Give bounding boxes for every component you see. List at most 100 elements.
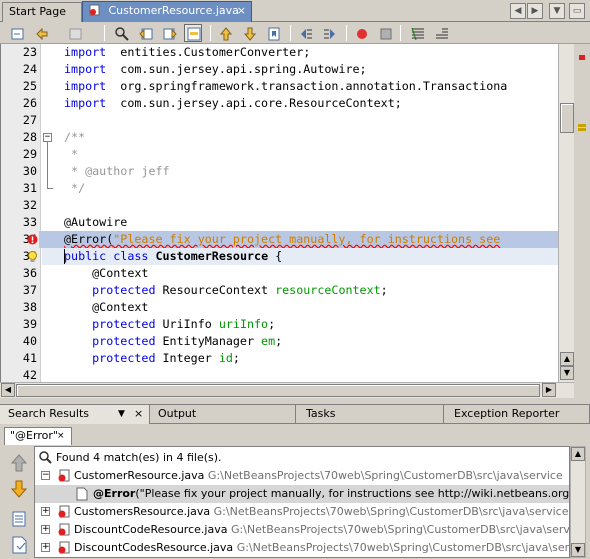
search-summary-row[interactable]: Found 4 match(es) in 4 file(s). [35, 449, 569, 467]
close-search-results-icon[interactable]: × [134, 405, 143, 423]
tab-output[interactable]: Output [150, 405, 296, 424]
toolbar-separator [104, 25, 105, 41]
tab-close-icon[interactable]: × [237, 2, 246, 20]
code-line[interactable]: 39 protected UriInfo uriInfo; [1, 316, 574, 333]
show-opened-documents-icon[interactable]: ▼ [549, 3, 565, 19]
fold-end-mark [47, 188, 53, 189]
code-token: id [218, 351, 233, 365]
code-line[interactable]: 24 import com.sun.jersey.api.spring.Autow… [1, 61, 574, 78]
scroll-tabs-left-icon[interactable]: ◀ [510, 3, 526, 19]
find-next-icon[interactable] [160, 24, 178, 42]
results-scroll-down-icon[interactable]: ▼ [571, 543, 585, 557]
expand-node-icon[interactable]: + [41, 507, 50, 516]
scroll-right-icon[interactable]: ▶ [542, 383, 556, 397]
scroll-down-icon[interactable]: ▼ [560, 366, 574, 380]
result-match-row[interactable]: @Error("Please fix your project manually… [35, 485, 569, 503]
code-token: @Context [64, 266, 149, 280]
hint-lightbulb-icon[interactable] [27, 251, 38, 262]
back-icon[interactable] [32, 24, 50, 42]
editor-horizontal-scroll-thumb[interactable] [16, 384, 540, 397]
next-match-icon[interactable] [8, 478, 32, 500]
find-selection-icon[interactable] [112, 24, 130, 42]
tab-tasks[interactable]: Tasks [298, 405, 444, 424]
code-line[interactable]: 36 @Context [1, 265, 574, 282]
expand-node-icon[interactable]: + [41, 543, 50, 552]
shift-line-left-icon[interactable] [296, 24, 314, 42]
code-token: import [64, 62, 107, 76]
results-scroll-up-icon[interactable]: ▲ [571, 447, 585, 461]
result-file-row[interactable]: − CustomerResource.java G:\NetBeansProje… [35, 467, 569, 485]
stop-macro-recording-icon[interactable] [376, 24, 394, 42]
code-line[interactable]: 34@Error("Please fix your project manual… [1, 231, 574, 248]
result-file-row[interactable]: + DiscountCodeResource.java G:\NetBeansP… [35, 521, 569, 539]
shift-line-right-icon[interactable] [320, 24, 338, 42]
code-line[interactable]: 33 @Autowire [1, 214, 574, 231]
scroll-tabs-right-icon[interactable]: ▶ [527, 3, 543, 19]
comment-icon[interactable] [408, 24, 426, 42]
window-menu-icon[interactable]: ▼ [118, 405, 125, 423]
search-query-tab[interactable]: "@Error" × [4, 427, 72, 445]
editor-vertical-scroll-thumb[interactable] [560, 103, 574, 133]
line-number: 29 [22, 147, 37, 161]
code-line[interactable]: 41 protected Integer id; [1, 350, 574, 367]
tab-tasks-label: Tasks [306, 407, 336, 420]
error-stripe[interactable] [574, 44, 590, 382]
previous-match-icon[interactable] [8, 452, 32, 474]
toggle-highlight-search-icon[interactable] [184, 24, 202, 42]
previous-bookmark-icon[interactable] [216, 24, 234, 42]
match-bold-text: @Error [93, 487, 136, 500]
editor-vertical-scrollbar[interactable]: ▲ ▼ [558, 44, 574, 382]
show-details-icon[interactable] [8, 508, 32, 530]
tab-customer-resource[interactable]: CustomerResource.java × [82, 1, 252, 22]
error-stripe-error-mark[interactable] [579, 55, 585, 60]
fold-collapse-icon[interactable]: − [43, 133, 52, 142]
tab-start-page[interactable]: Start Page [2, 2, 82, 22]
code-line[interactable]: 30 * @author jeff [1, 163, 574, 180]
error-stripe-warning-mark[interactable] [578, 124, 586, 127]
expand-node-icon[interactable]: + [41, 525, 50, 534]
code-line[interactable]: 31 */ [1, 180, 574, 197]
collapse-node-icon[interactable]: − [41, 471, 50, 480]
search-results-tree[interactable]: Found 4 match(es) in 4 file(s). − Custom… [34, 446, 570, 558]
code-line[interactable]: 28 /** [1, 129, 574, 146]
start-macro-recording-icon[interactable] [352, 24, 370, 42]
error-annotation-icon[interactable] [27, 234, 38, 245]
uncomment-icon[interactable] [432, 24, 450, 42]
tab-search-results[interactable]: Search Results ▼ × [0, 405, 150, 424]
next-bookmark-icon[interactable] [240, 24, 258, 42]
line-number: 24 [22, 62, 37, 76]
code-line[interactable]: 38 @Context [1, 299, 574, 316]
code-token: /** [64, 130, 86, 144]
code-line[interactable]: 42 [1, 367, 574, 382]
code-line[interactable]: 27 [1, 112, 574, 129]
editor-horizontal-scrollbar[interactable]: ◀ ▶ [0, 382, 574, 398]
code-line[interactable]: 26 import com.sun.jersey.api.core.Resourc… [1, 95, 574, 112]
code-line[interactable]: 32 [1, 197, 574, 214]
code-line[interactable]: 35public class CustomerResource { [1, 248, 574, 265]
code-text: * @author jeff [64, 163, 170, 180]
find-previous-icon[interactable] [136, 24, 154, 42]
toggle-bookmark-icon[interactable] [264, 24, 282, 42]
code-line[interactable]: 25 import org.springframework.transaction… [1, 78, 574, 95]
result-file-row[interactable]: + DiscountCodesResource.java G:\NetBeans… [35, 539, 569, 557]
open-file-icon[interactable] [8, 534, 32, 556]
scroll-left-icon[interactable]: ◀ [1, 383, 15, 397]
results-vertical-scrollbar[interactable]: ▲ ▼ [570, 446, 586, 558]
maximize-window-icon[interactable]: ▭ [569, 3, 585, 19]
error-stripe-warning-mark[interactable] [578, 128, 586, 131]
scroll-up-icon[interactable]: ▲ [560, 352, 574, 366]
code-line[interactable]: 40 protected EntityManager em; [1, 333, 574, 350]
code-token: protected [64, 334, 156, 348]
close-query-tab-icon[interactable]: × [57, 428, 65, 444]
code-editor[interactable]: 23 import entities.CustomerConverter; 24 im… [0, 44, 574, 382]
tab-exception-reporter[interactable]: Exception Reporter [446, 405, 590, 424]
text-caret [64, 249, 65, 264]
result-file-row[interactable]: + CustomersResource.java G:\NetBeansProj… [35, 503, 569, 521]
code-line[interactable]: 23 import entities.CustomerConverter; [1, 44, 574, 61]
last-edit-icon[interactable] [8, 24, 26, 42]
line-number: 38 [22, 300, 37, 314]
fold-guide-line [47, 142, 48, 189]
code-line[interactable]: 37 protected ResourceContext resourceCon… [1, 282, 574, 299]
forward-icon[interactable] [66, 24, 84, 42]
code-line[interactable]: 29 * [1, 146, 574, 163]
